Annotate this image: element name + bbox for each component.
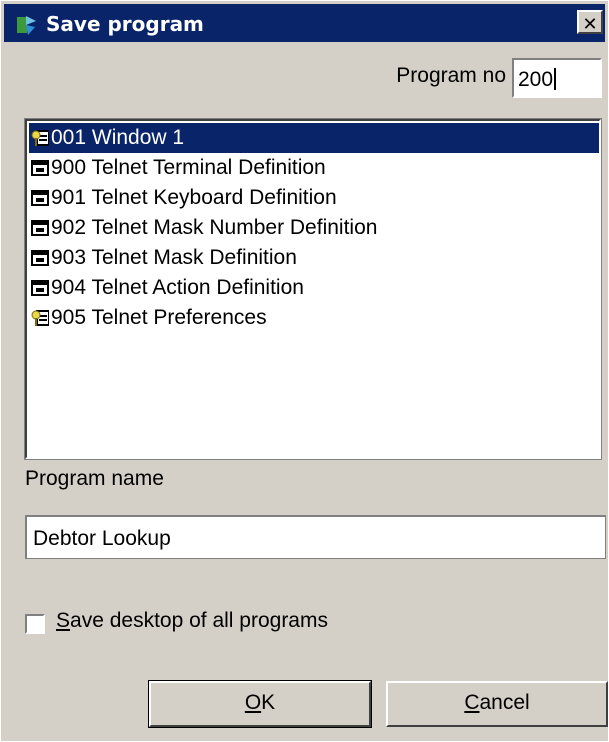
program-list-item[interactable]: 903 Telnet Mask Definition (29, 243, 599, 273)
program-list-item[interactable]: 901 Telnet Keyboard Definition (29, 183, 599, 213)
save-desktop-checkbox[interactable] (25, 614, 45, 634)
program-no-input[interactable]: 200 (512, 58, 602, 98)
program-list-item-label: 901 Telnet Keyboard Definition (51, 186, 337, 209)
program-list-item[interactable]: 001 Window 1 (29, 123, 599, 153)
window-icon (31, 160, 49, 176)
window-key-icon (31, 310, 49, 326)
window-key-icon (31, 130, 49, 146)
program-no-label: Program no (396, 64, 506, 87)
cancel-button[interactable]: Cancel (386, 681, 608, 727)
text-caret (554, 68, 557, 90)
program-list-item[interactable]: 905 Telnet Preferences (29, 303, 599, 333)
program-list-item[interactable]: 904 Telnet Action Definition (29, 273, 599, 303)
title-bar[interactable]: Save program ✕ (4, 4, 605, 42)
window-icon (31, 220, 49, 236)
program-list-item-label: 902 Telnet Mask Number Definition (51, 216, 378, 239)
save-desktop-label[interactable]: Save desktop of all programs (56, 609, 328, 633)
program-list-item-label: 904 Telnet Action Definition (51, 276, 304, 299)
program-list-item[interactable]: 900 Telnet Terminal Definition (29, 153, 599, 183)
program-list-item-label: 001 Window 1 (51, 126, 185, 149)
program-name-label: Program name (25, 467, 164, 490)
window-icon (31, 250, 49, 266)
save-program-dialog: Save program ✕ Program no 200 001 Window… (0, 0, 609, 742)
window-icon (31, 280, 49, 296)
program-list-item-label: 900 Telnet Terminal Definition (51, 156, 326, 179)
program-list-item-label: 903 Telnet Mask Definition (51, 246, 297, 269)
close-button[interactable]: ✕ (577, 10, 603, 34)
program-list-item-label: 905 Telnet Preferences (51, 306, 267, 329)
program-name-input[interactable]: Debtor Lookup (25, 515, 606, 559)
program-list[interactable]: 001 Window 1 900 Telnet Terminal Definiti… (24, 118, 602, 460)
program-list-item[interactable]: 902 Telnet Mask Number Definition (29, 213, 599, 243)
dialog-title: Save program (46, 12, 204, 36)
program-no-value: 200 (518, 68, 554, 91)
app-icon (17, 16, 36, 35)
window-icon (31, 190, 49, 206)
ok-button[interactable]: OK (148, 680, 372, 728)
